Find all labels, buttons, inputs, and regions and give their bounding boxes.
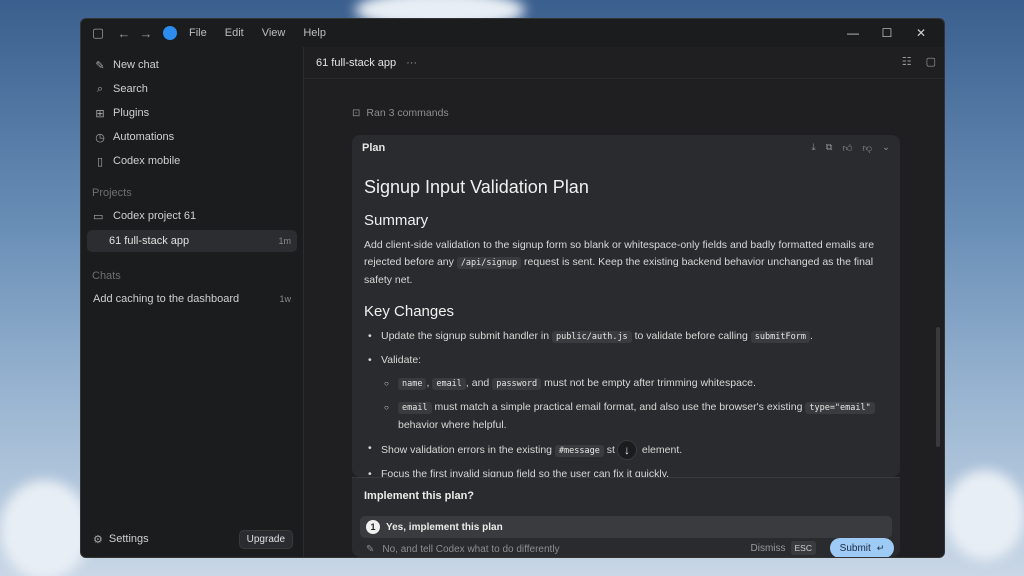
chevron-down-icon[interactable]: ⌄: [882, 142, 890, 154]
scroll-down-icon[interactable]: ↓: [616, 440, 637, 460]
inline-code: public/auth.js: [552, 331, 632, 343]
sidebar-item-search[interactable]: ⌕ Search: [81, 77, 303, 101]
sidebar-item-label: Plugins: [113, 107, 150, 119]
option-number-badge: 1: [366, 520, 380, 534]
menu-help[interactable]: Help: [303, 27, 326, 39]
forward-arrow-icon[interactable]: →: [135, 22, 157, 44]
settings-label: Settings: [108, 533, 149, 545]
sidebar-item-thread-active[interactable]: 61 full-stack app 1m: [87, 230, 297, 252]
maximize-icon[interactable]: ☐: [870, 23, 904, 43]
thread-header: 61 full-stack app ···: [304, 47, 944, 79]
copy-icon[interactable]: ⧉: [826, 142, 833, 154]
sidebar-item-label: Codex mobile: [113, 155, 181, 167]
inline-code: password: [492, 378, 542, 390]
thumbs-down-icon[interactable]: 👎︎: [862, 142, 872, 154]
inline-code: submitForm: [750, 331, 810, 343]
list-item: name, email, and password must not be em…: [381, 375, 888, 393]
sidebar-item-label: New chat: [113, 59, 159, 71]
dismiss-label: Dismiss: [750, 542, 786, 554]
search-icon: ⌕: [96, 82, 104, 95]
sidebar-toggle-icon[interactable]: ▢: [87, 22, 109, 44]
close-icon[interactable]: ✕: [904, 23, 938, 43]
inline-code: email: [432, 378, 466, 390]
sidebar-item-label: Search: [113, 83, 148, 95]
folder-icon: ▭: [93, 210, 104, 223]
option-feedback-input[interactable]: ✎ No, and tell Codex what to do differen…: [366, 544, 560, 555]
inline-code: #message: [554, 444, 604, 457]
sidebar-item-automations[interactable]: ◷ Automations: [81, 125, 303, 149]
main-panel: 61 full-stack app ··· ☷ ▢ ⊡ Ran 3 comman…: [303, 47, 944, 557]
option-yes-implement[interactable]: 1 Yes, implement this plan: [360, 516, 892, 538]
app-logo-icon: [163, 26, 177, 40]
plan-card: Plan ⤓ ⧉ 👍︎ 👎︎ ⌄ Signup Input Validation…: [352, 135, 900, 477]
clock-icon: ◷: [95, 131, 105, 144]
submit-button[interactable]: Submit ↵: [830, 538, 894, 557]
list-item: Show validation errors in the existing #…: [364, 440, 888, 460]
list-item: email must match a simple practical emai…: [381, 399, 888, 434]
summary-text: Add client-side validation to the signup…: [364, 239, 875, 286]
menu-view[interactable]: View: [262, 27, 286, 39]
list-item: Update the signup submit handler in publ…: [364, 328, 888, 346]
minimize-icon[interactable]: —: [836, 23, 870, 43]
enter-key-icon: ↵: [876, 542, 885, 553]
pencil-icon: ✎: [366, 544, 375, 555]
background-cloud: [0, 480, 90, 576]
inline-code: type="email": [805, 402, 875, 414]
thread-title: 61 full-stack app: [316, 56, 397, 69]
back-arrow-icon[interactable]: ←: [113, 22, 135, 44]
esc-key-badge: ESC: [790, 541, 816, 555]
scrollbar[interactable]: [936, 327, 940, 447]
settings-row: ⚙ Settings Upgrade: [81, 527, 303, 551]
sidebar: ✎ New chat ⌕ Search ⊞ Plugins ◷ Automati…: [81, 47, 303, 557]
inline-code: email: [398, 402, 432, 414]
list-view-icon[interactable]: ☷: [902, 55, 912, 68]
panel-toggle-icon[interactable]: ▢: [926, 55, 936, 68]
summary-heading: Summary: [364, 212, 429, 229]
gear-icon: ⚙: [93, 533, 103, 546]
key-changes-heading: Key Changes: [364, 303, 455, 320]
option-yes-label: Yes, implement this plan: [386, 521, 503, 533]
key-changes-list: Update the signup submit handler in publ…: [364, 328, 888, 477]
submit-label: Submit: [839, 542, 871, 554]
project-label: Codex project 61: [113, 210, 197, 222]
sidebar-item-new-chat[interactable]: ✎ New chat: [81, 53, 303, 77]
inline-code: name: [398, 378, 427, 390]
sidebar-item-project[interactable]: ▭ Codex project 61: [81, 205, 303, 227]
projects-section-label: Projects: [92, 187, 132, 199]
upgrade-button[interactable]: Upgrade: [238, 529, 293, 549]
sidebar-item-plugins[interactable]: ⊞ Plugins: [81, 101, 303, 125]
settings-button[interactable]: ⚙ Settings: [93, 533, 149, 546]
background-cloud: [945, 470, 1024, 560]
terminal-icon: ⊡: [352, 107, 361, 119]
menu-file[interactable]: File: [189, 27, 207, 39]
ran-commands-row[interactable]: ⊡ Ran 3 commands: [352, 107, 449, 119]
menu-edit[interactable]: Edit: [225, 27, 244, 39]
ran-commands-label: Ran 3 commands: [366, 107, 449, 119]
implement-title: Implement this plan?: [364, 490, 475, 502]
more-options-icon[interactable]: ···: [406, 57, 417, 69]
sidebar-item-label: Automations: [113, 131, 175, 143]
implement-plan-panel: Implement this plan? 1 Yes, implement th…: [352, 477, 900, 557]
thread-time: 1m: [278, 236, 291, 246]
sidebar-item-chat[interactable]: Add caching to the dashboard 1w: [81, 288, 303, 310]
dismiss-button[interactable]: Dismiss ESC: [751, 541, 816, 555]
plugins-icon: ⊞: [95, 107, 105, 120]
sidebar-item-codex-mobile[interactable]: ▯ Codex mobile: [81, 149, 303, 173]
chats-section-label: Chats: [92, 270, 121, 282]
edit-icon: ✎: [95, 59, 105, 72]
download-icon[interactable]: ⤓: [811, 142, 815, 154]
plan-title: Signup Input Validation Plan: [364, 177, 589, 197]
thread-label: 61 full-stack app: [109, 235, 190, 247]
list-item: Focus the first invalid signup field so …: [364, 466, 888, 477]
thumbs-up-icon[interactable]: 👍︎: [842, 142, 852, 154]
app-window: ▢ ← → File Edit View Help — ☐ ✕ ✎ New ch…: [80, 18, 945, 558]
titlebar: ▢ ← → File Edit View Help — ☐ ✕: [81, 19, 944, 47]
inline-code: /api/signup: [456, 257, 522, 269]
list-item: Validate: name, email, and password must…: [364, 352, 888, 434]
phone-icon: ▯: [96, 155, 104, 168]
chat-label: Add caching to the dashboard: [93, 293, 240, 305]
option-feedback-placeholder: No, and tell Codex what to do differentl…: [382, 544, 560, 555]
chat-time: 1w: [279, 294, 291, 304]
